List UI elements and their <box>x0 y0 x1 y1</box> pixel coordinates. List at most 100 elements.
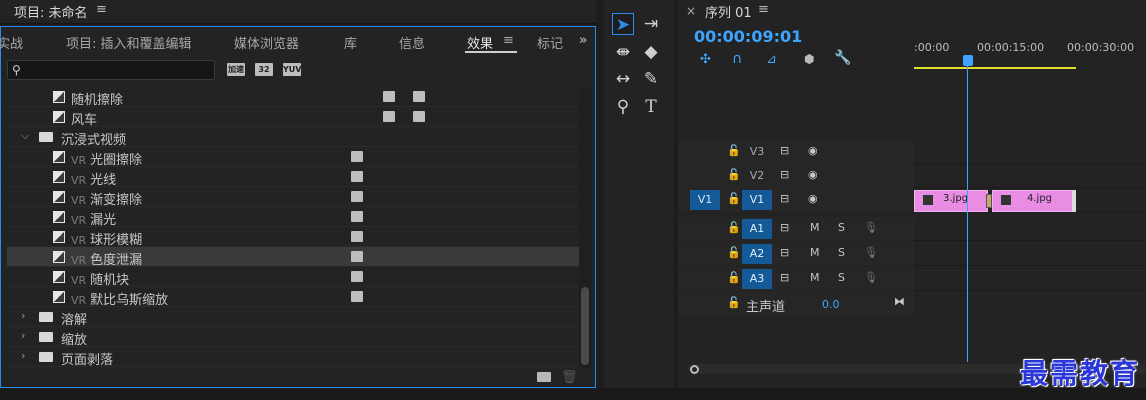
lock-icon[interactable]: 🔓 <box>727 271 741 284</box>
tree-scrollbar-thumb[interactable] <box>581 287 589 365</box>
sequence-title[interactable]: 序列 01 <box>705 2 752 21</box>
folder-item[interactable]: ⌵ 沉浸式视频 <box>7 127 579 148</box>
filter-yuv-icon[interactable]: YUV <box>283 63 301 76</box>
project-menu-icon[interactable]: ≡ <box>96 2 107 17</box>
folder-icon <box>39 352 53 362</box>
sync-lock-icon[interactable]: ⊟ <box>780 221 789 234</box>
lock-icon[interactable]: 🔓 <box>727 168 741 181</box>
timeline-clip[interactable]: 4.jpg <box>992 190 1076 212</box>
track-target[interactable]: A3 <box>742 269 772 289</box>
time-ruler[interactable]: :00:00 00:00:15:00 00:00:30:00 <box>914 38 1146 68</box>
selection-tool-icon[interactable]: ➤ <box>612 13 634 35</box>
lock-icon[interactable]: 🔓 <box>727 221 741 234</box>
track-select-tool-icon[interactable]: ⇥ <box>640 13 662 35</box>
effects-search-input[interactable]: ⚲ <box>7 60 215 80</box>
tab-libraries[interactable]: 库 <box>344 33 357 52</box>
track-target[interactable]: A1 <box>742 219 772 239</box>
track-target[interactable]: A2 <box>742 244 772 264</box>
sync-lock-icon[interactable]: ⊟ <box>780 271 789 284</box>
linked-selection-icon[interactable]: ⊿ <box>766 52 777 67</box>
track-a1: 🔓 A1 ⊟ M S 🎙 <box>678 217 1146 241</box>
playhead-timecode[interactable]: 00:00:09:01 <box>694 27 802 46</box>
mute-button[interactable]: M <box>810 221 820 234</box>
microphone-icon[interactable]: 🎙 <box>864 246 878 259</box>
sync-lock-icon[interactable]: ⊟ <box>780 144 789 157</box>
go-to-edit-point-icon[interactable]: ⧓ <box>894 295 905 308</box>
tab-effects[interactable]: 效果 <box>467 33 493 52</box>
effect-item[interactable]: VR 默比乌斯缩放 <box>7 287 579 308</box>
folder-item[interactable]: › 缩放 <box>7 327 579 348</box>
effect-item[interactable]: VR 随机块 <box>7 267 579 288</box>
work-area-bar[interactable] <box>914 67 1076 69</box>
eye-icon[interactable]: ◉ <box>808 168 818 181</box>
tab-markers[interactable]: 标记 <box>537 33 563 52</box>
sync-lock-icon[interactable]: ⊟ <box>780 168 789 181</box>
zoom-handle[interactable] <box>690 365 699 374</box>
snap-icon[interactable]: ∩ <box>732 51 742 67</box>
track-target[interactable]: V3 <box>742 142 772 162</box>
mute-button[interactable]: M <box>810 246 820 259</box>
effect-item[interactable]: VR 漏光 <box>7 207 579 228</box>
effect-item[interactable]: VR 球形模糊 <box>7 227 579 248</box>
eye-icon[interactable]: ◉ <box>808 192 818 205</box>
sequence-menu-icon[interactable]: ≡ <box>758 2 769 17</box>
nest-icon[interactable]: ✣ <box>700 52 711 67</box>
effect-item[interactable]: 随机擦除 <box>7 87 579 108</box>
filter-accelerated-icon[interactable]: 加速 <box>227 63 245 76</box>
track-target[interactable]: V1 <box>742 190 772 210</box>
ripple-edit-tool-icon[interactable]: ⇼ <box>612 41 634 63</box>
effect-item-selected[interactable]: VR 色度泄漏 <box>7 247 579 268</box>
timeline-clip[interactable]: 3.jpg <box>914 190 988 212</box>
effect-item[interactable]: VR 渐变擦除 <box>7 187 579 208</box>
type-tool-icon[interactable]: T <box>640 96 662 118</box>
effect-item[interactable]: VR 光线 <box>7 167 579 188</box>
tab-effects-menu-icon[interactable]: ≡ <box>503 33 514 48</box>
chevron-right-icon[interactable]: › <box>21 329 25 342</box>
trash-icon[interactable]: 🗑 <box>561 370 578 385</box>
solo-button[interactable]: S <box>838 271 845 284</box>
chevron-right-icon[interactable]: › <box>21 309 25 322</box>
timeline-panel: × 序列 01 ≡ 00:00:09:01 ✣ ∩ ⊿ ⬢ 🔧 :00:00 0… <box>678 0 1146 388</box>
transition-fx-icon <box>53 271 65 283</box>
track-target[interactable]: V2 <box>742 166 772 186</box>
slip-tool-icon[interactable]: ↔ <box>612 68 634 90</box>
lock-icon[interactable]: 🔓 <box>727 144 741 157</box>
folder-item[interactable]: › 页面剥落 <box>7 347 579 368</box>
chevron-down-icon[interactable]: ⌵ <box>21 129 29 143</box>
sync-lock-icon[interactable]: ⊟ <box>780 192 789 205</box>
tab-info[interactable]: 信息 <box>399 33 425 52</box>
playhead-line[interactable] <box>967 66 968 362</box>
playhead-handle[interactable] <box>963 55 973 66</box>
pen-tool-icon[interactable]: ✎ <box>640 68 662 90</box>
close-icon[interactable]: × <box>686 4 696 18</box>
chevron-right-icon[interactable]: › <box>21 349 25 362</box>
32bit-badge-icon <box>383 111 395 122</box>
wrench-icon[interactable]: 🔧 <box>834 50 851 66</box>
solo-button[interactable]: S <box>838 246 845 259</box>
effect-item[interactable]: VR 光圈擦除 <box>7 147 579 168</box>
transition-fx-icon <box>53 91 65 103</box>
mute-button[interactable]: M <box>810 271 820 284</box>
folder-item[interactable]: › 溶解 <box>7 307 579 328</box>
solo-button[interactable]: S <box>838 221 845 234</box>
tab-project[interactable]: 项目: 插入和覆盖编辑 <box>66 33 192 52</box>
zoom-tool-icon[interactable]: ⚲ <box>612 96 634 118</box>
lock-icon[interactable]: 🔓 <box>727 246 741 259</box>
source-patch-v1[interactable]: V1 <box>690 190 720 210</box>
tab-media-browser[interactable]: 媒体浏览器 <box>234 33 299 52</box>
filter-32bit-icon[interactable]: 32 <box>255 63 273 76</box>
microphone-icon[interactable]: 🎙 <box>864 221 878 234</box>
master-volume-value[interactable]: 0.0 <box>822 298 840 311</box>
sync-lock-icon[interactable]: ⊟ <box>780 246 789 259</box>
microphone-icon[interactable]: 🎙 <box>864 271 878 284</box>
eye-icon[interactable]: ◉ <box>808 144 818 157</box>
tab-shizhan[interactable]: 实战 <box>0 33 23 52</box>
razor-tool-icon[interactable]: ◆ <box>640 41 662 63</box>
add-marker-icon[interactable]: ⬢ <box>804 52 814 66</box>
effect-item[interactable]: 风车 <box>7 107 579 128</box>
lock-icon[interactable]: 🔓 <box>727 296 741 309</box>
new-folder-icon[interactable] <box>537 372 551 382</box>
tabs-overflow-icon[interactable]: » <box>579 33 587 48</box>
lock-icon[interactable]: 🔓 <box>727 192 741 205</box>
project-title[interactable]: 项目: 未命名 <box>14 2 88 21</box>
